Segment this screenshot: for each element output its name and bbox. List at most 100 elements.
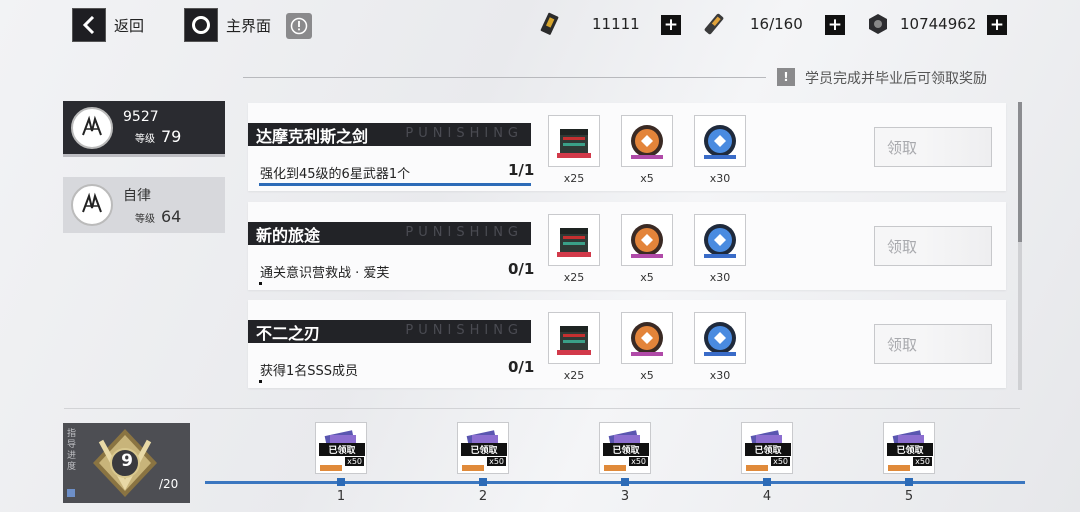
milestone-quantity: x50 [913,457,932,466]
reward-item[interactable]: x5 [621,214,673,284]
task-progress-bar [259,282,531,285]
home-label: 主界面 [226,16,272,35]
claim-label: 领取 [887,335,918,354]
add-coin-button[interactable]: + [987,15,1007,35]
level-value: 79 [161,127,182,146]
task-title: 达摩克利斯之剑 [256,126,369,146]
task-title-bar: 不二之刃 PUNISHING [248,320,531,343]
info-alert-icon[interactable] [286,13,312,39]
task-title-bar: 新的旅途 PUNISHING [248,222,531,245]
guide-side-label: 指导进度 [67,429,77,472]
orange-token-icon [621,312,673,364]
supply-chest-icon [548,312,600,364]
task-description: 通关意识营救战 · 爱芙 [260,266,390,281]
rarity-bar [320,465,342,471]
section-divider [64,408,1020,409]
milestone-quantity: x50 [629,457,648,466]
level-value: 64 [161,206,182,226]
student-card-9527[interactable]: 9527 等级 79 [63,101,225,157]
back-button[interactable]: 返回 [72,8,145,42]
claimed-badge: 已领取 [461,443,507,456]
student-card-zilv[interactable]: 自律 等级 64 [63,177,225,233]
blue-token-icon [694,312,746,364]
scrollbar-thumb[interactable] [1018,102,1022,242]
claim-label: 领取 [887,138,918,157]
milestone-reward-2[interactable]: 已领取 x50 [457,422,509,474]
resource-pass-value: 11111 [592,15,640,33]
add-pass-button[interactable]: + [661,15,681,35]
task-scrollbar[interactable] [1018,102,1022,390]
stamina-pass-icon [538,12,562,36]
reward-item[interactable]: x25 [548,312,600,382]
resource-battery-value: 16/160 [750,15,803,33]
claimed-badge: 已领取 [603,443,649,456]
resource-coin: 10744962 [866,12,976,36]
reward-item[interactable]: x30 [694,115,746,185]
reward-item[interactable]: x5 [621,312,673,382]
task-progress-fill [259,183,531,186]
task-title: 新的旅途 [256,225,321,245]
task-card: 不二之刃 PUNISHING 获得1名SSS成员 0/1 x25 x5 x30 领取 [248,300,1006,388]
task-progress-bar [259,183,531,186]
supply-chest-icon [548,115,600,167]
blue-token-icon [694,214,746,266]
claim-button[interactable]: 领取 [874,127,992,167]
milestone-number: 2 [478,489,488,504]
add-battery-button[interactable]: + [825,15,845,35]
punishing-watermark: PUNISHING [405,126,523,141]
milestone-dot [479,478,487,486]
claimed-badge: 已领取 [319,443,365,456]
claim-button[interactable]: 领取 [874,226,992,266]
home-button[interactable]: 主界面 [184,8,272,42]
reward-quantity: x30 [709,172,731,185]
avatar [71,106,113,149]
guide-level: 9 [121,451,133,471]
reward-item[interactable]: x30 [694,312,746,382]
milestone-reward-1[interactable]: 已领取 x50 [315,422,367,474]
resource-coin-value: 10744962 [900,15,977,33]
reward-quantity: x30 [709,369,731,382]
milestone-dot [905,478,913,486]
milestone-dot [621,478,629,486]
milestone-reward-3[interactable]: 已领取 x50 [599,422,651,474]
reward-item[interactable]: x25 [548,115,600,185]
reward-item[interactable]: x25 [548,214,600,284]
punishing-watermark: PUNISHING [405,225,523,240]
claim-button[interactable]: 领取 [874,324,992,364]
reward-item[interactable]: x5 [621,115,673,185]
milestone-reward-4[interactable]: 已领取 x50 [741,422,793,474]
supply-chest-icon [548,214,600,266]
reward-quantity: x5 [640,369,654,382]
milestone-number: 3 [620,489,630,504]
task-title: 不二之刃 [256,323,321,343]
claimed-badge: 已领取 [745,443,791,456]
blue-token-icon [694,115,746,167]
milestone-quantity: x50 [345,457,364,466]
task-description: 强化到45级的6星武器1个 [260,167,411,182]
guide-max: /20 [159,477,179,491]
student-name: 9527 [123,109,159,125]
home-circle-icon [184,8,218,42]
task-progress: 0/1 [508,260,535,278]
task-progress: 0/1 [508,358,535,376]
resource-battery: 16/160 [702,12,803,36]
milestone-number: 4 [762,489,772,504]
task-progress-bar [259,380,531,383]
rarity-bar [462,465,484,471]
task-card: 达摩克利斯之剑 PUNISHING 强化到45级的6星武器1个 1/1 x25 x5 x30… [248,103,1006,191]
milestone-reward-box: 已领取 x50 [315,422,367,474]
back-label: 返回 [114,16,145,35]
milestone-quantity: x50 [771,457,790,466]
milestone-reward-5[interactable]: 已领取 x50 [883,422,935,474]
student-name: 自律 [123,187,151,204]
hint-divider [243,77,766,78]
chevron-left-icon [72,8,106,42]
task-title-bar: 达摩克利斯之剑 PUNISHING [248,123,531,146]
reward-item[interactable]: x30 [694,214,746,284]
reward-quantity: x25 [563,271,585,284]
reward-quantity: x25 [563,172,585,185]
level-label: 等级 [135,213,155,225]
hint-text: 学员完成并毕业后可领取奖励 [805,71,987,87]
milestone-number: 5 [904,489,914,504]
rarity-bar [746,465,768,471]
